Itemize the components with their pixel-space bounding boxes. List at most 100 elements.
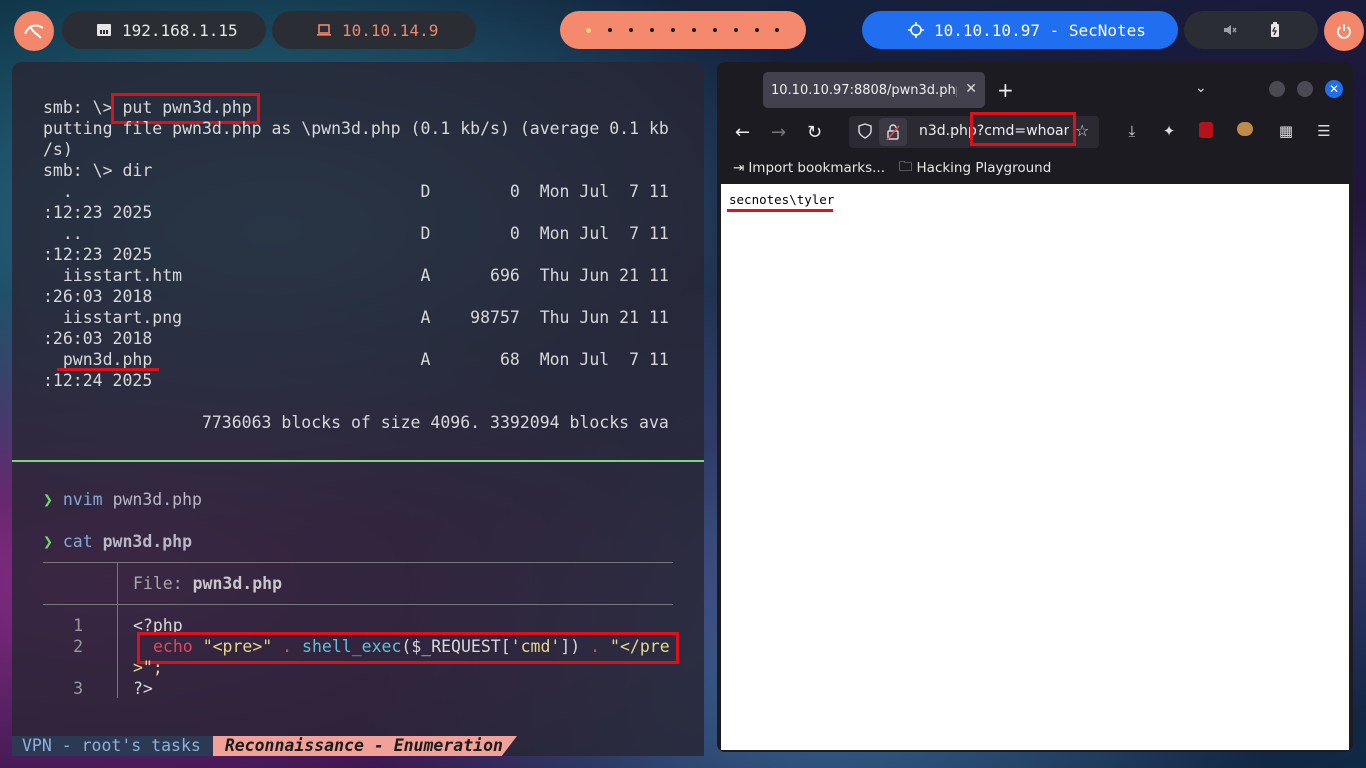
terminal-line: :26:03 2018 [43,287,153,306]
bookmarks-toolbar: ⇥ Import bookmarks... 🗀 Hacking Playground [733,158,1051,178]
command-line-nvim: ❯ nvim pwn3d.php [43,489,202,510]
command-name: cat [62,532,93,551]
terminal-line: iisstart.png A 98757 Thu Jun 21 11 [43,308,669,327]
page-content: secnotes\tyler [721,184,1349,750]
local-ip-text: 192.168.1.15 [122,20,238,40]
highlight-url-cmd [970,112,1076,146]
line-number: 2 [73,637,83,656]
command-output: secnotes\tyler [729,192,835,207]
back-arrow-icon[interactable]: ← [735,122,750,143]
code-line-wrap: >"; [133,657,163,678]
kali-menu-button[interactable] [14,11,54,51]
vpn-ip-text: 10.10.14.9 [342,20,439,40]
target-text: 10.10.10.97 - SecNotes [934,20,1146,40]
vpn-ip-pill: 10.10.14.9 [272,11,476,49]
kali-dragon-icon [24,24,44,39]
qr-code-icon[interactable]: ▦ [1277,122,1295,140]
terminal-window[interactable]: smb: \> put pwn3d.php putting file pwn3d… [12,62,704,756]
muted-speaker-icon[interactable] [1223,23,1237,37]
bookmark-star-icon[interactable]: ☆ [1075,121,1089,140]
minimize-button[interactable] [1269,81,1285,97]
local-ip-pill: 192.168.1.15 [62,11,266,49]
bat-file-label: File: [133,574,193,593]
terminal-line: 7736063 blocks of size 4096. 3392094 blo… [43,413,669,432]
line-number: 1 [73,616,83,635]
terminal-line: pwn3d.php A 68 Mon Jul 7 11 [43,350,669,369]
downloads-icon[interactable]: ⤓ [1123,122,1141,140]
ublock-icon[interactable] [1197,122,1215,140]
power-button[interactable] [1324,11,1364,51]
bat-rule-mid [43,604,673,605]
line-number: 3 [73,679,83,698]
folder-icon: 🗀 [899,158,913,175]
workspace-dot-active[interactable] [586,27,592,33]
forward-arrow-icon[interactable]: → [771,122,786,143]
lock-strike-icon [886,124,900,141]
window-close-button[interactable]: ✕ [1325,80,1343,98]
terminal-line: :12:23 2025 [43,245,153,264]
status-window: Reconnaissance - Enumeration [212,736,517,756]
prompt-symbol: ❯ [43,490,53,509]
bat-file-header: File: pwn3d.php [133,573,282,594]
workspace-dot[interactable] [650,28,655,32]
command-arg: pwn3d.php [112,490,202,509]
workspace-switcher[interactable] [560,11,806,49]
terminal-line: :12:23 2025 [43,203,153,222]
tmux-status-bar: VPN - root's tasks Reconnaissance - Enum… [12,736,517,756]
crosshair-icon [908,22,924,38]
workspace-dot[interactable] [754,28,759,32]
pane-divider[interactable] [12,460,704,462]
workspace-dot[interactable] [775,28,780,32]
bat-gutter [117,562,118,698]
terminal-line: /s) [43,140,73,159]
command-line-cat: ❯ cat pwn3d.php [43,531,192,552]
workspace-dot[interactable] [671,28,675,32]
bookmark-label: Hacking Playground [916,160,1052,176]
bat-rule-top [43,562,673,563]
workspace-dot[interactable] [691,28,696,32]
bat-file-name: pwn3d.php [192,574,283,593]
bookmark-import[interactable]: ⇥ Import bookmarks... [733,160,885,176]
php-string-wrap: >"; [133,658,163,677]
command-arg: pwn3d.php [102,532,193,551]
underline-output [727,209,833,212]
terminal-line: .. D 0 Mon Jul 7 11 [43,224,669,243]
browser-window[interactable]: 10.10.10.97:8808/pwn3d.php?cmd=whoami ✕ … [717,62,1353,752]
battery-icon[interactable] [1270,22,1280,38]
prompt-symbol: ❯ [43,532,53,551]
laptop-icon [317,24,331,36]
foxyproxy-icon[interactable] [1236,122,1254,140]
reload-icon[interactable]: ↻ [807,122,822,143]
terminal-line: . D 0 Mon Jul 7 11 [43,182,669,201]
workspace-dot[interactable] [608,28,613,32]
tab-close-icon[interactable]: ✕ [965,81,977,97]
workspace-dot[interactable] [629,28,634,32]
power-icon [1337,24,1351,39]
network-icon [97,24,111,36]
bookmark-folder-hacking[interactable]: 🗀 Hacking Playground [899,157,1051,180]
command-name: nvim [62,490,103,509]
terminal-line: putting file pwn3d.php as \pwn3d.php (0.… [43,119,669,138]
tab-list-chevron-icon[interactable]: ⌄ [1195,80,1207,96]
tab-title: 10.10.10.97:8808/pwn3d.php?cmd=whoami [771,82,957,98]
browser-tab[interactable]: 10.10.10.97:8808/pwn3d.php?cmd=whoami ✕ [763,72,985,108]
workspace-dot[interactable] [733,28,738,32]
terminal-line: :26:03 2018 [43,329,153,348]
system-tray [1184,11,1318,49]
target-pill: 10.10.10.97 - SecNotes [862,11,1178,49]
workspace-dot[interactable] [712,28,717,32]
new-tab-button[interactable]: + [997,78,1014,102]
shield-icon[interactable] [857,123,873,139]
bookmark-label: Import bookmarks... [748,160,886,176]
extensions-icon[interactable]: ✦ [1160,122,1178,140]
maximize-button[interactable] [1297,81,1313,97]
status-session: VPN - root's tasks [12,736,213,756]
menu-hamburger-icon[interactable]: ☰ [1315,122,1333,140]
insecure-lock-icon[interactable] [879,118,907,146]
terminal-line: smb: \> dir [43,161,153,180]
highlight-php-code [137,632,679,664]
underline-pwn3d [57,368,159,371]
terminal-line: :12:24 2025 [43,371,153,390]
code-line: ?> [133,679,153,698]
import-icon: ⇥ [733,160,745,176]
